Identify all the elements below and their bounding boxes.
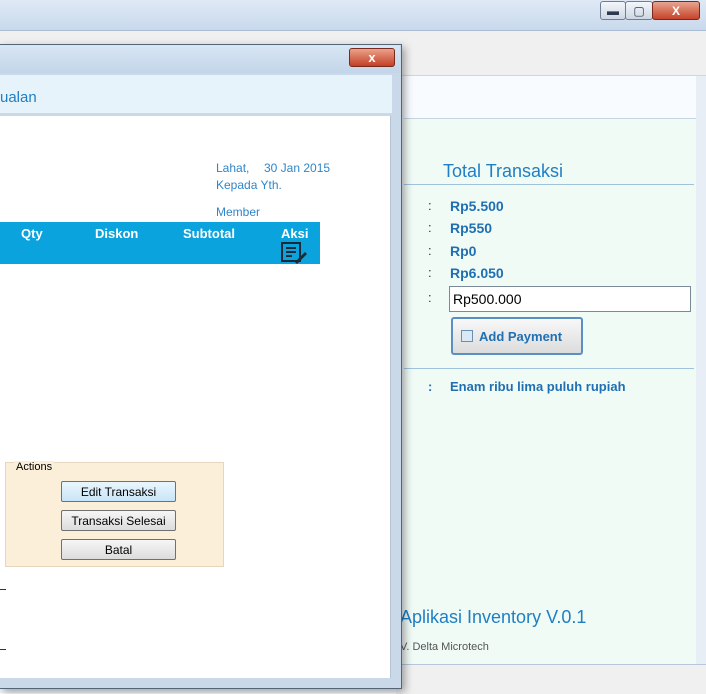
edit-list-icon[interactable] xyxy=(281,242,307,264)
app-name: Aplikasi Inventory V.0.1 xyxy=(400,607,587,627)
column-qty[interactable]: Qty xyxy=(21,226,43,241)
subtotal-value: Rp5.500 xyxy=(450,198,504,214)
invoice-recipient-label: Kepada Yth. xyxy=(216,178,282,192)
close-button[interactable]: X xyxy=(652,1,700,20)
actions-legend: Actions xyxy=(14,461,55,473)
transaksi-selesai-button[interactable]: Transaksi Selesai xyxy=(61,510,176,531)
invoice-date: 30 Jan 2015 xyxy=(264,161,331,175)
edit-transaksi-button[interactable]: Edit Transaksi xyxy=(61,481,176,502)
main-right-edge xyxy=(696,76,706,664)
dialog-body xyxy=(0,116,391,678)
main-header-strip xyxy=(404,76,696,119)
main-titlebar: ▬ ▢ X xyxy=(0,0,706,31)
colon: : xyxy=(428,198,432,213)
column-aksi[interactable]: Aksi xyxy=(281,226,308,241)
column-diskon[interactable]: Diskon xyxy=(95,226,138,241)
divider xyxy=(404,368,694,369)
payment-input[interactable] xyxy=(449,286,691,312)
copyright-text: V. Delta Microtech xyxy=(400,641,489,653)
minimize-button[interactable]: ▬ xyxy=(600,1,626,20)
discount-value: Rp0 xyxy=(450,243,477,259)
edge-tick xyxy=(0,589,6,590)
invoice-location: Lahat, xyxy=(216,161,250,175)
colon: : xyxy=(428,243,432,258)
colon: : xyxy=(428,265,432,280)
divider xyxy=(404,184,694,185)
colon: : xyxy=(428,379,433,394)
colon: : xyxy=(428,220,432,235)
dialog-close-button[interactable]: x xyxy=(349,48,395,67)
add-payment-button[interactable]: Add Payment xyxy=(451,317,583,355)
add-payment-label: Add Payment xyxy=(479,328,563,344)
dialog-title: ualan xyxy=(0,89,37,106)
maximize-button[interactable]: ▢ xyxy=(625,1,653,20)
tax-value: Rp550 xyxy=(450,220,493,236)
edge-tick xyxy=(0,649,6,650)
dialog-header: ualan xyxy=(0,75,392,113)
transaction-dialog: x ualan xyxy=(0,44,402,689)
terbilang-text: Enam ribu lima puluh rupiah xyxy=(450,379,626,394)
main-status-area xyxy=(396,664,706,694)
dialog-titlebar[interactable]: x xyxy=(0,45,400,73)
batal-button[interactable]: Batal xyxy=(61,539,176,560)
payment-icon xyxy=(461,329,473,342)
grand-total-value: Rp6.050 xyxy=(450,265,504,281)
total-transaksi-title: Total Transaksi xyxy=(443,161,564,181)
colon: : xyxy=(428,290,432,305)
items-grid-header: Qty Diskon Subtotal Aksi xyxy=(0,222,320,264)
column-subtotal[interactable]: Subtotal xyxy=(183,226,235,241)
invoice-member-label: Member xyxy=(216,205,261,219)
